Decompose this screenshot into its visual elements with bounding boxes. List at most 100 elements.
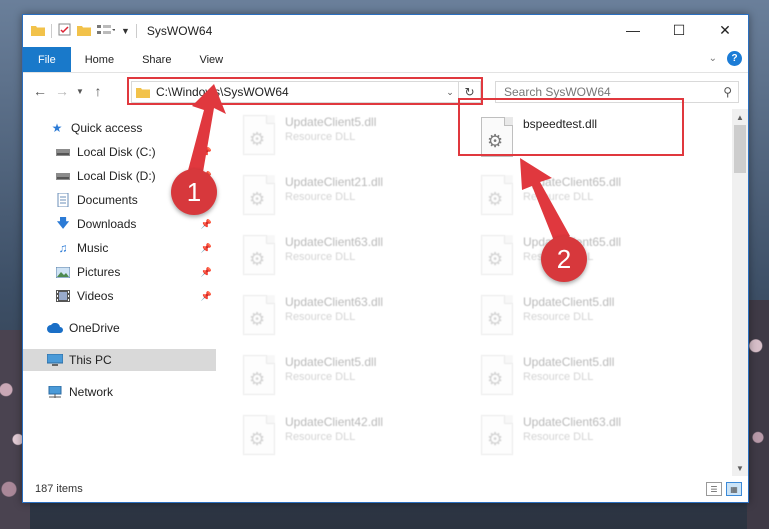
file-type: Resource DLL <box>285 191 356 203</box>
pin-icon[interactable]: 📌 <box>201 219 212 230</box>
minimize-button[interactable]: — <box>610 15 656 45</box>
window-controls: — ☐ ✕ <box>610 15 748 45</box>
file-name: UpdateClient5.dll <box>523 295 615 309</box>
pin-icon[interactable]: 📌 <box>201 147 212 158</box>
explorer-window: ▼ SysWOW64 — ☐ ✕ File Home Share View ⌄ … <box>22 14 749 503</box>
status-bar: 187 items ☰ ▦ <box>23 476 748 502</box>
file-name: UpdateClient5.dll <box>285 355 377 369</box>
file-name: UpdateClient65.dll <box>523 175 622 189</box>
maximize-button[interactable]: ☐ <box>656 15 702 45</box>
list-item[interactable]: ⚙ UpdateClient42.dll Resource DLL <box>235 409 465 461</box>
up-arrow-icon[interactable]: ↑ <box>87 83 109 99</box>
pin-icon[interactable]: 📌 <box>201 291 212 302</box>
network-icon <box>47 385 63 399</box>
star-icon: ★ <box>51 121 63 135</box>
folder-icon <box>31 24 45 39</box>
sidebar-item-pictures[interactable]: Pictures 📌 <box>23 261 216 283</box>
gear-icon: ⚙ <box>487 189 504 209</box>
list-item[interactable]: ⚙ UpdateClient5.dll Resource DLL <box>235 349 465 401</box>
sidebar-item-label: Music <box>77 241 109 255</box>
dll-file-icon: ⚙ <box>481 235 513 275</box>
vertical-scrollbar[interactable]: ▲ ▼ <box>732 109 748 476</box>
details-view-icon[interactable]: ☰ <box>706 482 722 496</box>
pin-icon[interactable]: 📌 <box>201 243 212 254</box>
sidebar-item-quick-access[interactable]: ★ Quick access <box>23 117 216 139</box>
pin-icon[interactable]: 📌 <box>201 267 212 278</box>
gear-icon: ⚙ <box>487 309 504 329</box>
file-type: Resource DLL <box>285 431 356 443</box>
list-item[interactable]: ⚙ UpdateClient21.dll Resource DLL <box>235 169 465 221</box>
file-name: UpdateClient63.dll <box>285 295 384 309</box>
file-type: Resource DLL <box>285 251 356 263</box>
forward-arrow-icon[interactable]: → <box>51 83 73 99</box>
recent-locations-chevron-down-icon[interactable]: ▼ <box>73 87 87 96</box>
back-arrow-icon[interactable]: ← <box>29 83 51 99</box>
gear-icon: ⚙ <box>249 309 266 329</box>
sidebar-item-network[interactable]: Network <box>23 381 216 403</box>
sidebar-item-this-pc[interactable]: This PC <box>23 349 216 371</box>
list-item[interactable]: ⚙ UpdateClient63.dll Resource DLL <box>235 289 465 341</box>
expand-ribbon-chevron-down-icon[interactable]: ⌄ <box>709 53 717 64</box>
sidebar-item-downloads[interactable]: 🡇 Downloads 📌 <box>23 213 216 235</box>
properties-icon[interactable] <box>58 23 71 39</box>
customize-toolbar-chevron-down-icon[interactable]: ▼ <box>121 26 130 36</box>
sidebar-item-videos[interactable]: Videos 📌 <box>23 285 216 307</box>
list-item[interactable]: ⚙ UpdateClient65.dllResource DLL <box>473 229 703 281</box>
sidebar-item-label: OneDrive <box>69 321 120 335</box>
gear-icon: ⚙ <box>487 369 504 389</box>
help-icon[interactable]: ? <box>727 51 742 66</box>
cloud-icon <box>47 321 63 335</box>
drive-icon <box>55 169 71 183</box>
view-options-icon[interactable] <box>97 24 116 39</box>
scroll-thumb[interactable] <box>734 125 746 173</box>
tab-view[interactable]: View <box>185 47 237 72</box>
tab-home[interactable]: Home <box>71 47 128 72</box>
ribbon-right-controls: ⌄ ? <box>709 51 742 66</box>
file-name: UpdateClient21.dll <box>285 175 384 189</box>
sidebar-item-onedrive[interactable]: OneDrive <box>23 317 216 339</box>
dll-file-icon: ⚙ <box>243 175 275 215</box>
new-folder-icon[interactable] <box>77 24 91 39</box>
gear-icon: ⚙ <box>249 249 266 269</box>
dll-file-icon: ⚙ <box>481 355 513 395</box>
search-icon[interactable]: ⚲ <box>723 85 732 99</box>
sidebar-item-label: Downloads <box>77 217 137 231</box>
ribbon-tabs: File Home Share View ⌄ ? <box>23 47 748 73</box>
search-placeholder: Search SysWOW64 <box>504 85 611 99</box>
list-item[interactable]: ⚙ UpdateClient63.dll Resource DLL <box>473 409 703 461</box>
gear-icon: ⚙ <box>249 129 266 149</box>
file-type: Resource DLL <box>285 371 356 383</box>
music-icon: ♫ <box>58 241 68 255</box>
dll-file-icon: ⚙ <box>243 355 275 395</box>
file-name: UpdateClient63.dll <box>523 415 622 429</box>
download-icon: 🡇 <box>56 215 70 230</box>
list-item[interactable]: ⚙ UpdateClient5.dll Resource DLL <box>473 289 703 341</box>
file-type: Resource DLL <box>523 371 594 383</box>
file-highlight-box <box>458 98 684 156</box>
close-button[interactable]: ✕ <box>702 15 748 45</box>
drive-icon <box>55 145 71 159</box>
quick-access-toolbar: ▼ <box>23 23 137 39</box>
tab-share[interactable]: Share <box>128 47 185 72</box>
scroll-down-arrow-icon[interactable]: ▼ <box>732 460 748 476</box>
dll-file-icon: ⚙ <box>243 415 275 455</box>
pictures-icon <box>55 265 71 279</box>
tab-file[interactable]: File <box>23 47 71 72</box>
address-bar-highlight-box <box>127 77 483 105</box>
sidebar-item-label: This PC <box>69 353 112 367</box>
tiles-view-icon[interactable]: ▦ <box>726 482 742 496</box>
gear-icon: ⚙ <box>249 369 266 389</box>
file-type: Resource DLL <box>285 131 356 143</box>
list-item[interactable]: ⚙ UpdateClient5.dll Resource DLL <box>473 349 703 401</box>
sidebar-item-music[interactable]: ♫ Music 📌 <box>23 237 216 259</box>
list-item[interactable]: ⚙ UpdateClient63.dll Resource DLL <box>235 229 465 281</box>
list-item[interactable]: ⚙ UpdateClient5.dll Resource DLL <box>235 109 465 161</box>
title-bar: ▼ SysWOW64 — ☐ ✕ <box>23 15 748 47</box>
list-item[interactable]: ⚙ UpdateClient65.dllResource DLL <box>473 169 703 221</box>
sidebar-item-label: Pictures <box>77 265 121 279</box>
computer-icon <box>47 353 63 367</box>
main-area: ★ Quick access Local Disk (C:) 📌 Local D… <box>23 109 748 476</box>
scroll-up-arrow-icon[interactable]: ▲ <box>732 109 748 125</box>
sidebar-item-local-disk-c[interactable]: Local Disk (C:) 📌 <box>23 141 216 163</box>
gear-icon: ⚙ <box>249 189 266 209</box>
